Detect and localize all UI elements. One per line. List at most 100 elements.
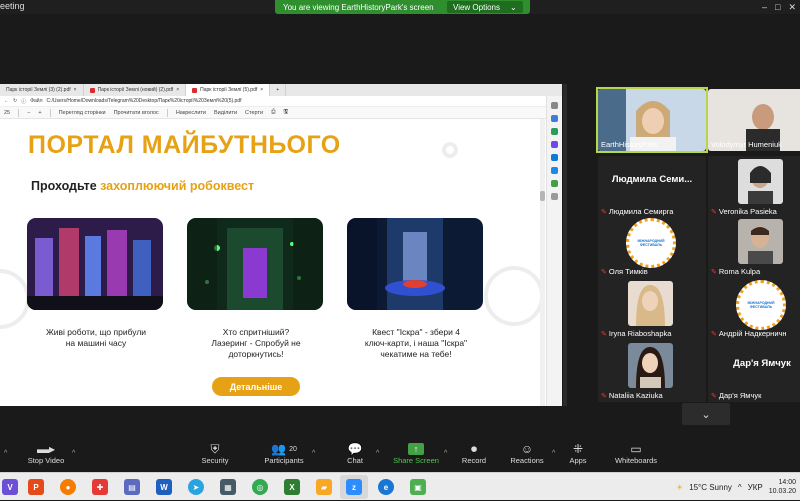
viber-icon[interactable]: V xyxy=(2,479,18,495)
participant-tile[interactable]: ✎ Iryna Riaboshapka xyxy=(598,278,706,340)
participant-tile[interactable]: Дар'я Ямчук ✎ Дар'я Ямчук xyxy=(708,340,800,402)
caret-up-icon[interactable]: ^ xyxy=(312,450,315,457)
language-indicator[interactable]: УКР xyxy=(748,483,763,492)
browser-tab[interactable]: Парк історії Землі (новий) (2).рdf × xyxy=(84,84,187,96)
pdf-subtitle: Проходьте захоплюючий робоквест xyxy=(31,179,254,193)
read-aloud-button[interactable]: Прочитати вголос xyxy=(114,110,159,116)
address-bar[interactable]: ← ↻ ⓘ Файл C:/Users/Home/Downloads/Teleg… xyxy=(0,96,562,107)
participant-tile[interactable]: ✎ Veronika Pasieka xyxy=(708,156,800,218)
store-icon[interactable]: ▣ xyxy=(410,479,426,495)
participant-name: ✎ Roma Kulpa xyxy=(711,267,760,276)
powerpoint-icon[interactable]: P xyxy=(28,479,44,495)
drop-icon[interactable] xyxy=(551,180,558,187)
window-controls: – □ ✕ xyxy=(762,2,796,13)
divider xyxy=(18,108,20,117)
participant-tile[interactable]: МІЖНАРОДНИЙ ФЕСТИВАЛЬ ✎ Андрій Надкерничн xyxy=(708,278,800,340)
caption-line: Лазеринг - Спробуй не xyxy=(211,338,301,348)
url-text: C:/Users/Home/Downloads/Telegram%20Deskt… xyxy=(46,98,242,104)
close-icon[interactable]: × xyxy=(260,87,263,93)
telegram-icon[interactable]: ➤ xyxy=(188,479,204,495)
outlook-icon[interactable] xyxy=(551,167,558,174)
caption-line: чекатиме на тебе! xyxy=(380,349,452,359)
edge-icon[interactable]: e xyxy=(378,479,394,495)
excel-icon[interactable]: X xyxy=(284,479,300,495)
browser-tab-label: Парк історії Землі (5).pdf xyxy=(200,87,258,93)
participant-tile[interactable]: Людмила Семи... ✎ Людмила Семирга xyxy=(598,156,706,218)
search-icon[interactable] xyxy=(551,102,558,109)
back-icon[interactable]: ← xyxy=(4,98,9,104)
button-label: Whiteboards xyxy=(614,456,658,465)
refresh-icon[interactable]: ↻ xyxy=(13,98,17,104)
close-icon[interactable]: × xyxy=(74,87,77,93)
scroll-thumb[interactable] xyxy=(540,191,545,201)
more-participants-button[interactable]: ⌄ xyxy=(682,403,730,425)
participant-tile[interactable]: EarthHistoryPark xyxy=(596,87,708,153)
decor-ring xyxy=(442,142,458,158)
participants-button[interactable]: 👥 20 Participants xyxy=(249,442,319,465)
maximize-icon[interactable]: □ xyxy=(775,2,780,13)
caption-line: Хто спритніший? xyxy=(222,327,290,337)
button-label: Security xyxy=(201,456,229,465)
office-icon[interactable] xyxy=(551,154,558,161)
participant-tile[interactable]: МІЖНАРОДНИЙ ФЕСТИВАЛЬ ✎ Оля Тимків xyxy=(598,216,706,278)
caret-up-icon[interactable]: ^ xyxy=(4,450,7,457)
zoom-icon[interactable]: z xyxy=(346,479,362,495)
participant-tile[interactable]: Volodymyr Humeniuk xyxy=(708,89,800,151)
participant-tile[interactable]: ✎ Nataliia Kaziuka xyxy=(598,340,706,402)
more-details-button[interactable]: Детальніше xyxy=(212,377,300,396)
security-button[interactable]: ⛨ Security xyxy=(180,442,250,466)
caret-up-icon[interactable]: ^ xyxy=(376,450,379,457)
close-icon[interactable]: × xyxy=(176,87,179,93)
participant-tile[interactable]: ✎ Roma Kulpa xyxy=(708,216,800,278)
card-caption: Хто спритніший? Лазеринг - Спробуй не до… xyxy=(176,327,336,360)
robots-image xyxy=(27,218,163,310)
stop-video-button[interactable]: ▬▸ Stop Video xyxy=(11,442,81,465)
highlight-button[interactable]: Виділити xyxy=(214,110,237,116)
name-text: Дар'я Ямчук xyxy=(718,391,762,400)
view-page-button[interactable]: Перегляд сторінки xyxy=(59,110,106,116)
word-icon[interactable]: W xyxy=(156,479,172,495)
pdf-scrollbar[interactable] xyxy=(540,119,545,406)
save-icon[interactable]: 🖫 xyxy=(283,108,288,117)
chrome-icon[interactable]: ◎ xyxy=(252,479,268,495)
draw-button[interactable]: Накреслити xyxy=(176,110,206,116)
weather-text[interactable]: 15°C Sunny xyxy=(689,483,732,492)
firefox-icon[interactable]: ● xyxy=(60,479,76,495)
minimize-icon[interactable]: – xyxy=(762,2,767,13)
name-text: Roma Kulpa xyxy=(718,267,761,276)
plus-icon[interactable] xyxy=(551,193,558,200)
new-tab-button[interactable]: + xyxy=(270,84,287,96)
chat-icon: 💬 xyxy=(347,442,363,456)
share-screen-icon: ↑ xyxy=(408,443,424,455)
chevron-up-icon[interactable]: ^ xyxy=(738,483,742,492)
name-text: Nataliia Kaziuka xyxy=(608,391,663,400)
erase-button[interactable]: Стерти xyxy=(245,110,263,116)
caret-up-icon[interactable]: ^ xyxy=(72,450,75,457)
zoom-out-icon[interactable]: − xyxy=(27,110,30,116)
print-icon[interactable]: ⎙ xyxy=(271,109,275,116)
close-icon[interactable]: ✕ xyxy=(788,2,796,13)
image-editor-icon[interactable]: ✚ xyxy=(92,479,108,495)
chat-button[interactable]: 💬 Chat xyxy=(320,442,390,465)
share-banner-message: You are viewing EarthHistoryPark's scree… xyxy=(283,2,434,12)
browser-tab-active[interactable]: Парк історії Землі (5).pdf × xyxy=(186,84,271,96)
panel-splitter[interactable] xyxy=(563,84,567,406)
decor-ring xyxy=(484,266,544,326)
button-label: Participants xyxy=(264,456,304,465)
participant-avatar xyxy=(738,219,783,264)
clock[interactable]: 14:00 10.03.20 xyxy=(769,478,796,496)
page-number[interactable]: 25 xyxy=(4,110,10,116)
tools-icon[interactable] xyxy=(551,128,558,135)
zoom-in-icon[interactable]: + xyxy=(38,110,41,116)
calculator-icon[interactable]: ▦ xyxy=(220,479,236,495)
games-icon[interactable] xyxy=(551,141,558,148)
caption-line: доторкнутись! xyxy=(228,349,284,359)
file-explorer-icon[interactable]: ▰ xyxy=(316,479,332,495)
browser-tab[interactable]: Парк історії Землі (3) (2).pdf × xyxy=(0,84,84,96)
archive-icon[interactable]: ▤ xyxy=(124,479,140,495)
iskra-quest-image xyxy=(347,218,483,310)
view-options-button[interactable]: View Options ⌄ xyxy=(447,1,523,13)
participant-count: 20 xyxy=(289,445,297,453)
favorites-icon[interactable] xyxy=(551,115,558,122)
whiteboards-button[interactable]: ▭ Whiteboards xyxy=(601,442,671,465)
